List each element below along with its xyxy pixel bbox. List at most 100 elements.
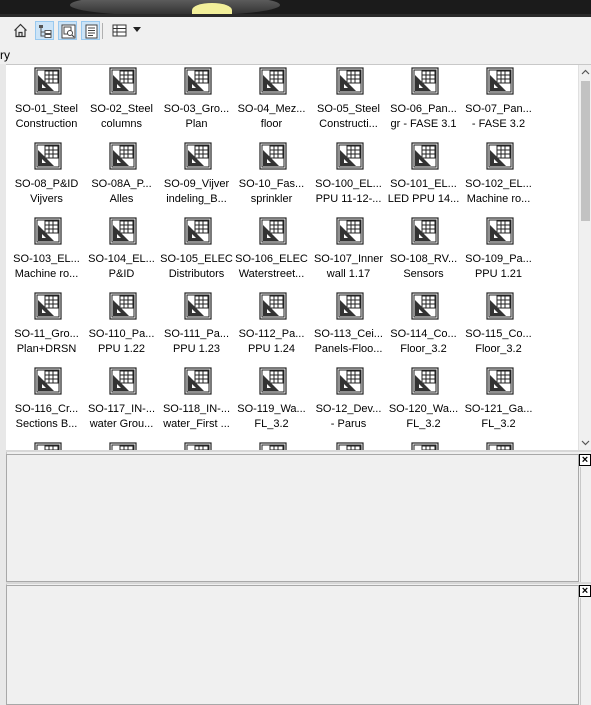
sheet-item[interactable] [159, 440, 234, 450]
sheet-item[interactable]: SO-01_Steel Construction [9, 65, 84, 140]
sheet-item[interactable]: SO-117_IN-... water Grou... [84, 365, 159, 440]
sheet-item[interactable]: SO-104_EL... P&ID [84, 215, 159, 290]
view-mode-button[interactable] [110, 21, 129, 40]
sheet-item[interactable]: SO-113_Cei... Panels-Floo... [311, 290, 386, 365]
sheet-icon [259, 142, 287, 170]
sheet-item[interactable]: SO-110_Pa... PPU 1.22 [84, 290, 159, 365]
scrollbar-thumb[interactable] [581, 81, 590, 221]
sheet-item[interactable]: SO-03_Gro... Plan [159, 65, 234, 140]
sheet-item[interactable] [461, 440, 536, 450]
home-button[interactable] [11, 21, 30, 40]
sheet-item[interactable]: SO-09_Vijver indeling_B... [159, 140, 234, 215]
toolbar-separator [102, 23, 103, 39]
sheet-item[interactable]: SO-121_Ga... FL_3.2 [461, 365, 536, 440]
sheet-name-line2: - FASE 3.2 [471, 118, 526, 130]
sheet-name-line2: Floor_3.2 [475, 343, 522, 355]
sheet-item[interactable]: SO-120_Wa... FL_3.2 [386, 365, 461, 440]
sheet-item[interactable]: SO-11_Gro... Plan+DRSN [9, 290, 84, 365]
sheet-name-line1: SO-109_Pa... [465, 253, 532, 265]
sheet-item[interactable]: SO-08A_P... Alles [84, 140, 159, 215]
breadcrumb-text: ry [0, 48, 10, 62]
chevron-down-icon[interactable] [133, 27, 141, 32]
sheet-item[interactable] [386, 440, 461, 450]
sheet-name-line1: SO-102_EL... [465, 178, 532, 190]
sheet-name-line2: FL_3.2 [254, 418, 289, 430]
sheet-item[interactable]: SO-07_Pan... - FASE 3.2 [461, 65, 536, 140]
sheet-item[interactable]: SO-105_ELEC Distributors [159, 215, 234, 290]
sheet-item[interactable]: SO-107_Inner wall 1.17 [311, 215, 386, 290]
sheet-icon [184, 217, 212, 245]
sheet-item[interactable]: SO-119_Wa... FL_3.2 [234, 365, 309, 440]
sheet-item[interactable]: SO-106_ELEC Waterstreet... [234, 215, 309, 290]
details-button[interactable] [81, 21, 100, 40]
vertical-scrollbar[interactable] [578, 65, 591, 450]
splitter[interactable] [6, 450, 591, 452]
close-preview-button[interactable]: × [579, 454, 591, 466]
sheet-item[interactable]: SO-08_P&ID Vijvers [9, 140, 84, 215]
sheet-icon [411, 142, 439, 170]
sheet-icon [259, 67, 287, 95]
sheet-name-line2: PPU 1.24 [247, 343, 296, 355]
sheet-name-line2: FL_3.2 [481, 418, 516, 430]
sheet-icon [109, 442, 137, 450]
sheet-icon [411, 292, 439, 320]
sheet-name-line2: Constructi... [319, 118, 378, 130]
sheet-name-line1: SO-117_IN-... [87, 403, 156, 415]
tree-view-button[interactable] [35, 21, 54, 40]
sheet-name-line1: SO-115_Co... [465, 328, 532, 340]
sheet-name-line1: SO-03_Gro... [163, 103, 230, 115]
sheet-item[interactable]: SO-02_Steel columns [84, 65, 159, 140]
sheet-name-line1: SO-08_P&ID [14, 178, 79, 190]
sheet-item[interactable] [84, 440, 159, 450]
splitter[interactable] [6, 582, 591, 584]
scroll-down-icon[interactable] [581, 438, 590, 447]
sheet-icon [336, 217, 364, 245]
sheet-item[interactable]: SO-101_EL... LED PPU 14... [386, 140, 461, 215]
sheet-name-line2: gr - FASE 3.1 [390, 118, 457, 130]
sheet-name-line1: SO-113_Cei... [314, 328, 383, 340]
sheet-item[interactable]: SO-103_EL... Machine ro... [9, 215, 84, 290]
sheet-name-line1: SO-103_EL... [13, 253, 80, 265]
sheet-name-line1: SO-120_Wa... [388, 403, 459, 415]
sheet-name-line1: SO-06_Pan... [390, 103, 457, 115]
sheet-item[interactable]: SO-100_EL... PPU 11-12-... [311, 140, 386, 215]
close-details-button[interactable]: × [579, 585, 591, 597]
sheet-name-line2: Plan+DRSN [16, 343, 77, 355]
sheet-icon [109, 217, 137, 245]
sheet-item[interactable]: SO-112_Pa... PPU 1.24 [234, 290, 309, 365]
details-panel: × [6, 585, 591, 705]
sheet-item[interactable]: SO-108_RV... Sensors [386, 215, 461, 290]
sheet-name-line1: SO-01_Steel [15, 103, 78, 115]
sheet-name-line1: SO-121_Ga... [464, 403, 533, 415]
sheet-item[interactable]: SO-10_Fas... sprinkler [234, 140, 309, 215]
sheet-item[interactable]: SO-114_Co... Floor_3.2 [386, 290, 461, 365]
sheet-name-line1: SO-09_Vijver [163, 178, 230, 190]
sheet-icon [184, 442, 212, 450]
sheet-item[interactable]: SO-118_IN-... water_First ... [159, 365, 234, 440]
title-bar-rim [0, 14, 591, 17]
sheet-item[interactable]: SO-12_Dev... - Parus [311, 365, 386, 440]
sheet-item[interactable]: SO-116_Cr... Sections B... [9, 365, 84, 440]
sheet-name-line2: PPU 1.23 [172, 343, 221, 355]
sheet-item[interactable]: SO-109_Pa... PPU 1.21 [461, 215, 536, 290]
preview-panel-edge [580, 467, 591, 582]
sheet-item[interactable]: SO-115_Co... Floor_3.2 [461, 290, 536, 365]
sheet-name-line1: SO-111_Pa... [163, 328, 230, 340]
sheet-icon [184, 367, 212, 395]
preview-button[interactable] [58, 21, 77, 40]
sheet-icon [486, 442, 514, 450]
sheet-name-line2: indeling_B... [166, 193, 227, 205]
sheet-icon [411, 367, 439, 395]
sheet-item[interactable]: SO-102_EL... Machine ro... [461, 140, 536, 215]
sheet-item[interactable]: SO-05_Steel Constructi... [311, 65, 386, 140]
sheet-item[interactable]: SO-06_Pan...gr - FASE 3.1 [386, 65, 461, 140]
sheet-name-line2: sprinkler [250, 193, 293, 205]
sheet-item[interactable]: SO-111_Pa... PPU 1.23 [159, 290, 234, 365]
sheet-name-line1: SO-11_Gro... [14, 328, 79, 340]
sheet-icon [486, 292, 514, 320]
scroll-up-icon[interactable] [581, 68, 590, 77]
sheet-item[interactable]: SO-04_Mez... floor [234, 65, 309, 140]
sheet-item[interactable] [234, 440, 309, 450]
sheet-item[interactable] [9, 440, 84, 450]
sheet-item[interactable] [311, 440, 386, 450]
